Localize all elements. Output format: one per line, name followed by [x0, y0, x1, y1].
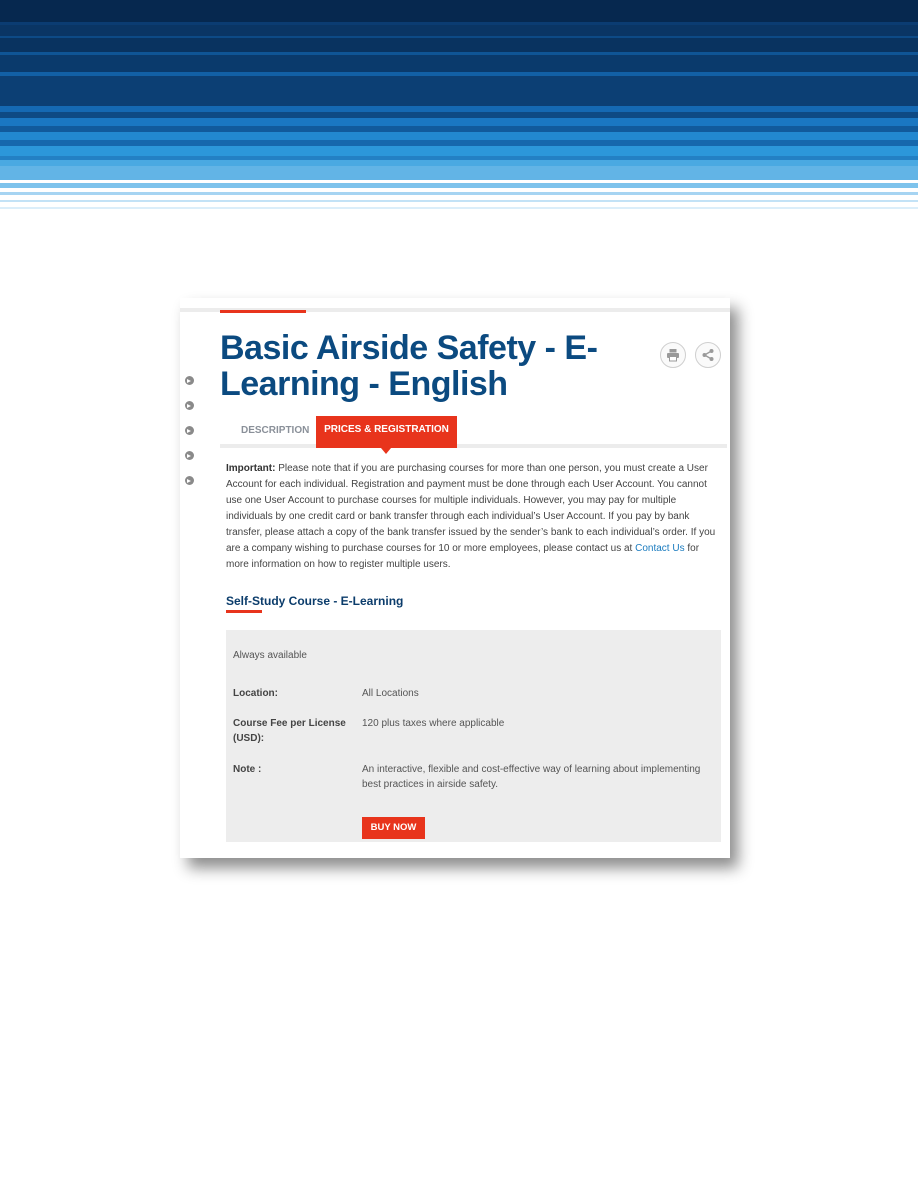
course-fee-value: 120 plus taxes where applicable: [362, 718, 505, 729]
title-accent-bar: [220, 310, 306, 313]
chevron-right-icon[interactable]: [185, 451, 194, 460]
course-page-screenshot: Basic Airside Safety - E-Learning - Engl…: [180, 298, 730, 858]
note-label: Note :: [233, 764, 262, 775]
location-label: Location:: [233, 688, 278, 699]
note-value: An interactive, flexible and cost-effect…: [362, 764, 701, 790]
important-label: Important:: [226, 463, 276, 474]
chevron-right-icon[interactable]: [185, 476, 194, 485]
share-icon[interactable]: [695, 342, 721, 368]
location-value: All Locations: [362, 688, 419, 699]
course-type-heading: Self-Study Course - E-Learning: [226, 594, 404, 608]
chevron-right-icon[interactable]: [185, 426, 194, 435]
important-text-part1: Please note that if you are purchasing c…: [226, 463, 716, 554]
heading-accent-bar: [226, 610, 262, 613]
print-icon[interactable]: [660, 342, 686, 368]
buy-now-button[interactable]: BUY NOW: [362, 817, 425, 839]
contact-us-link[interactable]: Contact Us: [635, 543, 684, 554]
tab-bar: DESCRIPTION PRICES & REGISTRATION: [220, 416, 727, 454]
important-notice: Important: Please note that if you are p…: [226, 461, 720, 573]
header-banner: [0, 0, 918, 215]
chevron-right-icon[interactable]: [185, 401, 194, 410]
course-fee-label: Course Fee per License (USD):: [233, 718, 346, 744]
tab-description[interactable]: DESCRIPTION: [241, 425, 309, 436]
availability-text: Always available: [233, 650, 307, 661]
page-title: Basic Airside Safety - E-Learning - Engl…: [220, 329, 598, 403]
tab-underline: [220, 444, 727, 448]
chevron-right-icon[interactable]: [185, 376, 194, 385]
tab-prices-registration[interactable]: PRICES & REGISTRATION: [316, 416, 457, 454]
price-info-box: Always available Location: All Locations…: [226, 630, 721, 842]
